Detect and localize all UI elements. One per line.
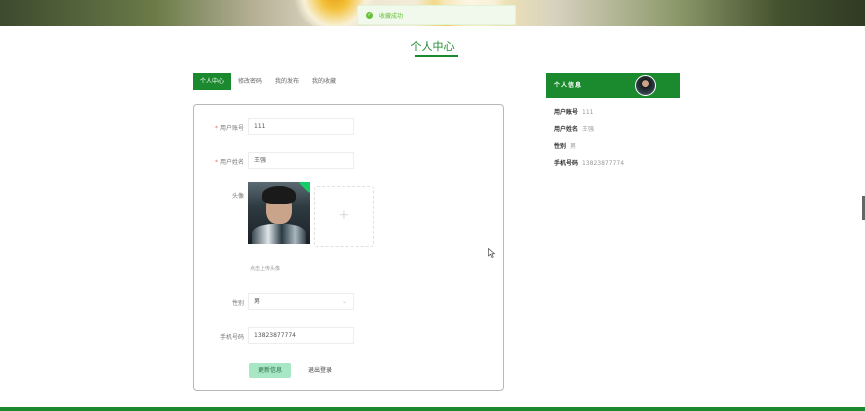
profile-form-panel: * 用户账号 111 * 用户姓名 王强 头像 + 点击上传头像 性别 男 ⌄ 手机…: [193, 104, 504, 391]
gender-selected-value: 男: [254, 298, 261, 305]
success-toast: ✓ 收藏成功: [357, 5, 516, 25]
required-mark: *: [214, 159, 218, 166]
personal-info-header: 个人信息: [546, 73, 680, 98]
page-title: 个人中心: [410, 40, 455, 53]
title-underline: [415, 55, 458, 57]
name-label: * 用户姓名: [214, 159, 244, 166]
account-label: * 用户账号: [214, 125, 244, 132]
name-input[interactable]: 王强: [248, 152, 354, 169]
personal-info-title: 个人信息: [554, 82, 583, 89]
info-row-phone: 手机号码 13823877774: [554, 160, 625, 167]
phone-input[interactable]: 13823877774: [248, 327, 354, 344]
user-avatar: [635, 75, 656, 96]
footer-bar: [0, 407, 865, 411]
tab-change-password[interactable]: 修改密码: [232, 73, 268, 90]
toast-message: 收藏成功: [379, 12, 404, 20]
tab-bar: 个人中心 修改密码 我的发布 我的收藏: [193, 73, 343, 90]
tab-my-favorites[interactable]: 我的收藏: [306, 73, 342, 90]
uploaded-check-icon: [299, 182, 310, 193]
phone-label: 手机号码: [219, 334, 244, 341]
avatar-label: 头像: [231, 193, 244, 200]
logout-button[interactable]: 退出登录: [302, 363, 338, 378]
required-mark: *: [214, 125, 218, 132]
gender-label: 性别: [231, 300, 244, 307]
update-info-button[interactable]: 更新信息: [249, 363, 291, 378]
avatar-image[interactable]: [248, 182, 310, 244]
gender-select[interactable]: 男 ⌄: [248, 293, 354, 310]
account-input[interactable]: 111: [248, 118, 354, 135]
mouse-cursor-icon: [488, 248, 496, 258]
info-row-account: 用户账号 111: [554, 109, 594, 116]
tab-personal-center[interactable]: 个人中心: [193, 73, 232, 90]
avatar-upload-button[interactable]: +: [314, 186, 374, 247]
info-row-gender: 性别男: [554, 143, 577, 150]
avatar-upload-hint: 点击上传头像: [250, 266, 281, 272]
info-row-name: 用户姓名 王强: [554, 126, 595, 133]
success-check-icon: ✓: [366, 11, 373, 19]
tab-my-posts[interactable]: 我的发布: [269, 73, 305, 90]
chevron-down-icon: ⌄: [341, 298, 347, 305]
plus-icon: +: [338, 208, 350, 223]
